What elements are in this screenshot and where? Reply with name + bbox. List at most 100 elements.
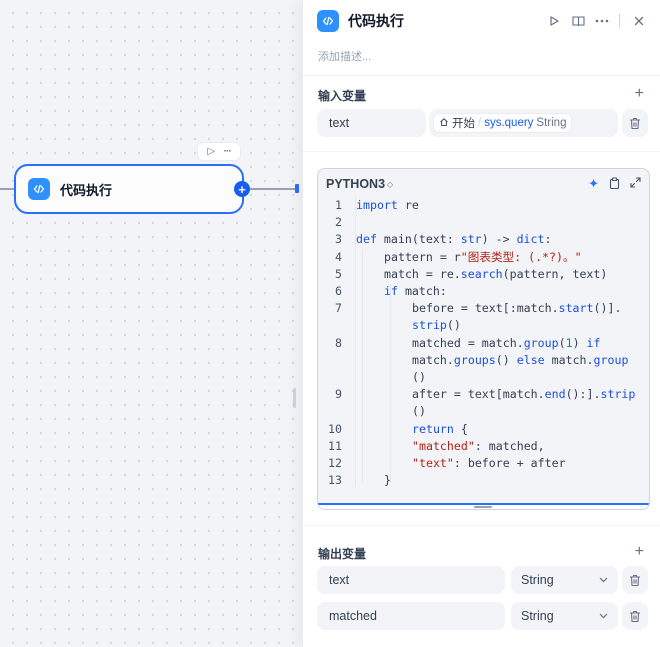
output-var-name-field[interactable]: text xyxy=(317,566,505,594)
code-line[interactable]: 9 after = text[match.end():].strip xyxy=(318,386,649,403)
help-doc-icon[interactable] xyxy=(567,10,589,32)
code-token: ():]. xyxy=(565,387,601,402)
expand-icon[interactable] xyxy=(630,177,641,191)
panel-resize-handle[interactable] xyxy=(293,388,296,408)
ai-generate-icon[interactable]: ✦ xyxy=(588,176,599,192)
code-line[interactable]: () xyxy=(318,369,649,386)
ref-node-name: 开始 xyxy=(452,118,475,130)
line-number: 8 xyxy=(335,335,342,350)
code-token: "图表类型: (.*?)。" xyxy=(460,249,582,264)
edge-handle[interactable] xyxy=(295,184,299,193)
line-number: 7 xyxy=(335,301,342,316)
section-divider xyxy=(303,525,660,526)
description-input[interactable]: 添加描述... xyxy=(318,48,371,64)
add-output-variable-button[interactable]: + xyxy=(635,544,644,560)
code-token: () xyxy=(495,352,517,367)
code-line[interactable]: match.groups() else match.group xyxy=(318,352,649,369)
code-line[interactable]: 5 match = re.search(pattern, text) xyxy=(318,266,649,283)
code-text: matched = match.group(1) if xyxy=(412,335,601,352)
code-icon xyxy=(317,10,339,32)
close-icon[interactable] xyxy=(628,10,650,32)
section-divider xyxy=(303,151,660,152)
code-token: main(text: xyxy=(376,232,461,247)
code-icon xyxy=(28,178,50,200)
code-line[interactable]: 1 import re xyxy=(318,197,649,214)
output-section-title: 输出变量 xyxy=(318,547,367,561)
code-text: return { xyxy=(412,421,468,438)
delete-input-variable-button[interactable] xyxy=(622,109,648,137)
code-token: strip xyxy=(600,387,636,402)
output-var-name-field[interactable]: matched xyxy=(317,602,505,630)
code-line[interactable]: 7 before = text[:match.start()]. xyxy=(318,300,649,317)
code-text: } xyxy=(384,472,391,489)
code-line[interactable]: 3 def main(text: str) -> dict: xyxy=(318,231,649,248)
run-icon[interactable] xyxy=(543,10,565,32)
code-text: strip() xyxy=(412,317,461,334)
more-icon[interactable]: ··· xyxy=(224,146,232,157)
panel-title[interactable]: 代码执行 xyxy=(348,11,541,31)
code-line[interactable]: 10 return { xyxy=(318,421,649,438)
copy-icon[interactable] xyxy=(609,177,620,192)
code-token: end xyxy=(544,387,566,402)
code-token: search xyxy=(460,266,503,281)
ref-variable-name: sys.query xyxy=(484,117,534,129)
code-line[interactable]: 2 xyxy=(318,214,649,231)
output-type-select[interactable]: String xyxy=(511,602,618,630)
output-type-select[interactable]: String xyxy=(511,566,618,594)
language-select[interactable]: PYTHON3 xyxy=(326,177,385,191)
header-divider xyxy=(619,14,620,28)
code-token: matched = match. xyxy=(412,335,524,350)
code-token: ( xyxy=(558,335,566,350)
code-token: re xyxy=(397,198,419,212)
workflow-canvas[interactable]: ▷ ··· 代码执行 + xyxy=(0,0,302,647)
run-node-icon[interactable]: ▷ xyxy=(207,146,215,157)
trash-icon xyxy=(630,117,640,129)
code-token: before = text[:match. xyxy=(412,301,559,316)
home-icon xyxy=(439,117,449,130)
code-line[interactable]: () xyxy=(318,403,649,420)
delete-output-variable-button[interactable] xyxy=(622,566,648,594)
more-icon[interactable] xyxy=(591,10,613,32)
code-line[interactable]: strip() xyxy=(318,317,649,334)
code-line[interactable]: 11 "matched": matched, xyxy=(318,438,649,455)
chevron-up-down-icon[interactable]: ◇ xyxy=(387,180,393,189)
code-token: group xyxy=(523,335,559,350)
code-line[interactable]: 6 if match: xyxy=(318,283,649,300)
code-text: "matched": matched, xyxy=(412,438,545,455)
add-node-button[interactable]: + xyxy=(234,181,250,197)
code-text: match = re.search(pattern, text) xyxy=(384,266,607,283)
code-text: import re xyxy=(356,197,419,214)
code-line[interactable]: 13} xyxy=(318,472,649,489)
line-number: 3 xyxy=(335,232,342,247)
code-token: () xyxy=(446,318,461,333)
delete-output-variable-button[interactable] xyxy=(622,602,648,630)
code-line[interactable]: 4 pattern = r"图表类型: (.*?)。" xyxy=(318,249,649,266)
code-text: () xyxy=(412,403,426,420)
code-token: str xyxy=(460,232,482,247)
input-var-name-field[interactable]: text xyxy=(317,109,426,137)
code-token: () xyxy=(412,404,426,419)
resize-grip-icon[interactable] xyxy=(474,506,492,508)
code-token: "matched" xyxy=(412,438,475,453)
code-token: ()]. xyxy=(593,301,622,316)
code-line[interactable]: 8 matched = match.group(1) if xyxy=(318,335,649,352)
code-token: ) xyxy=(572,335,587,350)
code-line[interactable]: 12 "text": before + after xyxy=(318,455,649,472)
code-node[interactable]: 代码执行 xyxy=(14,164,244,214)
ref-separator: / xyxy=(478,117,482,129)
node-title: 代码执行 xyxy=(60,182,113,198)
code-editor-header: PYTHON3 ◇ ✦ xyxy=(326,175,641,193)
input-var-reference-select[interactable]: 开始 / sys.query String xyxy=(429,109,618,137)
input-section-title: 输入变量 xyxy=(318,89,367,103)
code-token: dict xyxy=(516,232,545,247)
node-toolbar: ▷ ··· xyxy=(197,142,241,161)
code-token: if xyxy=(384,284,398,298)
add-input-variable-button[interactable]: + xyxy=(635,86,644,102)
code-editor[interactable]: PYTHON3 ◇ ✦ 1 import re 2 3 def main(text: s… xyxy=(317,168,650,510)
node-config-panel: 代码执行 添加描述... 输入变量 + text 开始 / sys.query … xyxy=(302,0,660,647)
code-token: ) -> xyxy=(481,232,517,247)
trash-icon xyxy=(630,574,640,586)
section-divider xyxy=(303,75,660,76)
outgoing-edge xyxy=(250,188,296,190)
code-text: match.groups() else match.group xyxy=(412,352,628,369)
